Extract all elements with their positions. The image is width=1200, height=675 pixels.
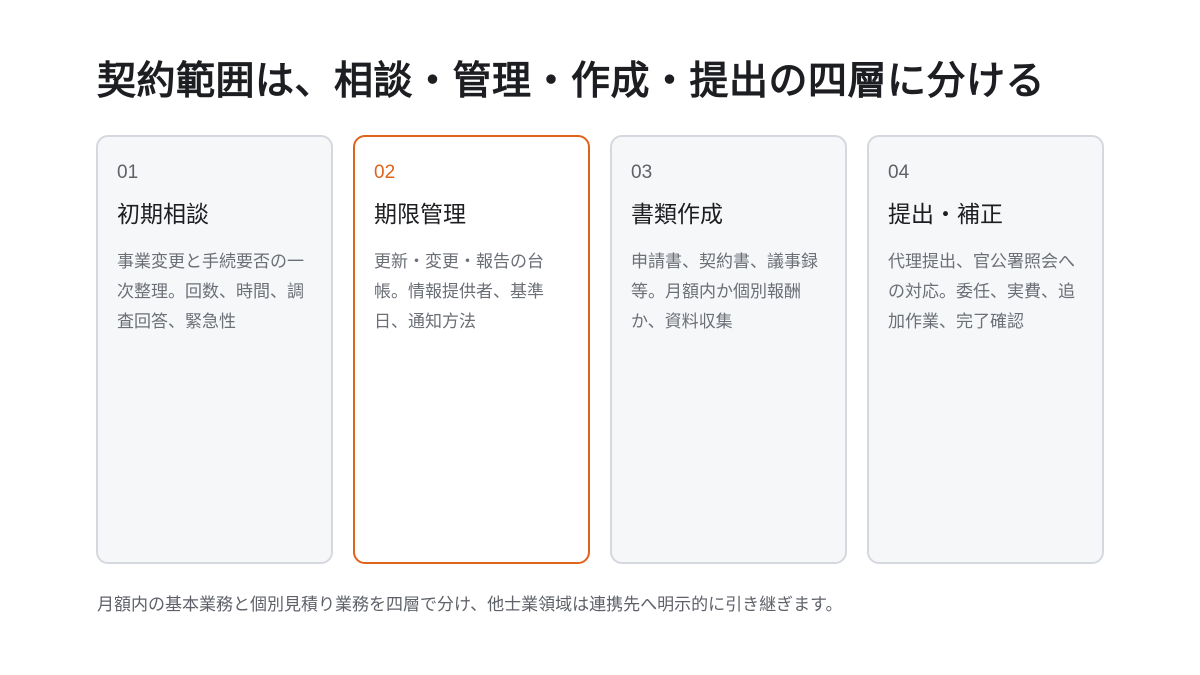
scope-card-deadline-management: 02 期限管理 更新・変更・報告の台帳。情報提供者、基準日、通知方法 xyxy=(353,135,590,564)
card-description: 事業変更と手続要否の一次整理。回数、時間、調査回答、緊急性 xyxy=(117,252,304,332)
scope-card-document-preparation: 03 書類作成 申請書、契約書、議事録等。月額内か個別報酬か、資料収集 xyxy=(610,135,847,564)
card-number: 02 xyxy=(374,162,396,183)
card-description: 申請書、契約書、議事録等。月額内か個別報酬か、資料収集 xyxy=(631,252,818,332)
card-title: 提出・補正 xyxy=(888,202,1003,228)
scope-cards: 01 初期相談 事業変更と手続要否の一次整理。回数、時間、調査回答、緊急性 02… xyxy=(96,135,1104,564)
scope-card-initial-consultation: 01 初期相談 事業変更と手続要否の一次整理。回数、時間、調査回答、緊急性 xyxy=(96,135,333,564)
card-title: 期限管理 xyxy=(374,202,466,228)
card-description: 代理提出、官公署照会への対応。委任、実費、追加作業、完了確認 xyxy=(888,252,1075,332)
card-number: 01 xyxy=(117,162,139,183)
scope-card-submission-correction: 04 提出・補正 代理提出、官公署照会への対応。委任、実費、追加作業、完了確認 xyxy=(867,135,1104,564)
page-title: 契約範囲は、相談・管理・作成・提出の四層に分ける xyxy=(97,59,1046,104)
card-number: 04 xyxy=(888,162,910,183)
card-description: 更新・変更・報告の台帳。情報提供者、基準日、通知方法 xyxy=(374,252,544,332)
card-number: 03 xyxy=(631,162,653,183)
card-title: 初期相談 xyxy=(117,202,209,228)
footnote: 月額内の基本業務と個別見積り業務を四層で分け、他士業領域は連携先へ明示的に引き継… xyxy=(97,595,843,615)
card-title: 書類作成 xyxy=(631,202,723,228)
